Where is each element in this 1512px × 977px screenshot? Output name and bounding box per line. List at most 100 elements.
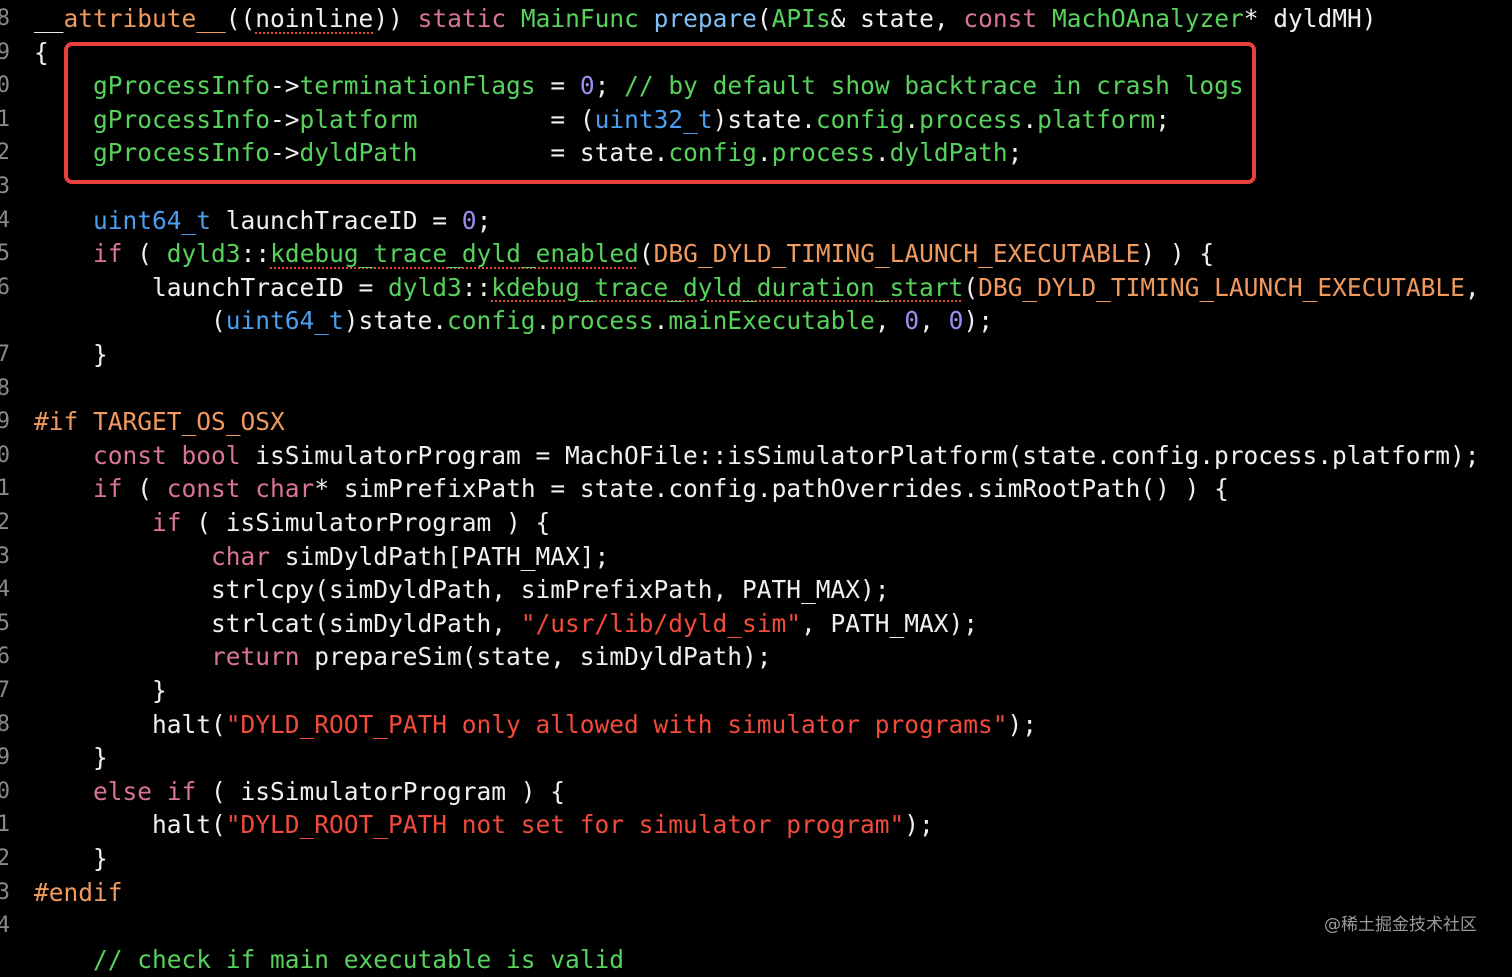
line-number: 7 <box>0 342 10 367</box>
code-token: -> <box>270 104 300 134</box>
line-number: 0 <box>0 442 10 468</box>
code-token: config <box>668 138 757 168</box>
code-token: , <box>919 306 949 336</box>
code-token: , <box>874 306 905 336</box>
code-token: process <box>550 306 654 336</box>
code-token: #endif <box>34 877 123 907</box>
code-line: const bool isSimulatorProgram = MachOFil… <box>34 439 1480 473</box>
code-line: if ( isSimulatorProgram ) { <box>34 506 550 540</box>
code-token: if <box>93 474 123 504</box>
code-line: launchTraceID = dyld3::kdebug_trace_dyld… <box>34 271 1480 305</box>
code-token: uint64_t <box>93 205 212 235</box>
code-token: = ( <box>417 104 595 134</box>
code-line: halt("DYLD_ROOT_PATH not set for simulat… <box>34 808 934 842</box>
code-line: return prepareSim(state, simDyldPath); <box>34 640 772 674</box>
code-token: ( isSimulatorProgram ) { <box>196 776 566 806</box>
code-token: "DYLD_ROOT_PATH only allowed with simula… <box>225 709 1008 739</box>
line-number: 1 <box>0 476 10 502</box>
code-line: strlcat(simDyldPath, "/usr/lib/dyld_sim"… <box>34 607 978 641</box>
line-number: 8 <box>0 711 10 737</box>
code-line: } <box>34 338 108 372</box>
code-token: config <box>447 306 536 336</box>
code-token: else if <box>93 776 197 806</box>
code-token: } <box>34 340 108 369</box>
line-number: 2 <box>0 140 10 166</box>
line-number: 4 <box>0 207 10 233</box>
code-token: , PATH_MAX); <box>801 608 979 638</box>
code-token: dyldPath <box>889 138 1008 168</box>
code-token: kdebug_trace_dyld_duration_start <box>491 272 964 302</box>
code-token: prepare <box>653 4 757 33</box>
code-token: ; <box>1155 104 1170 134</box>
code-token: 0 <box>948 306 964 336</box>
code-token: platform <box>299 104 418 134</box>
code-token: DBG_DYLD_TIMING_LAUNCH_EXECUTABLE <box>978 272 1465 302</box>
code-token: ); <box>1007 709 1038 739</box>
code-token: "/usr/lib/dyld_sim" <box>520 608 802 638</box>
code-token: gProcessInfo <box>93 138 271 168</box>
code-token: strlcat(simDyldPath, <box>34 608 521 638</box>
line-number: 0 <box>0 778 10 804</box>
code-line: (uint64_t)state.config.process.mainExecu… <box>34 304 993 338</box>
line-number: 1 <box>0 812 10 838</box>
code-token: #if TARGET_OS_OSX <box>34 407 285 437</box>
code-token: ( <box>122 239 167 269</box>
code-token: launchTraceID = <box>211 205 462 235</box>
code-token: uint64_t <box>225 306 344 336</box>
line-number: 3 <box>0 174 10 199</box>
code-token: )) <box>373 4 418 33</box>
code-token: "DYLD_ROOT_PATH not set for simulator pr… <box>225 810 905 840</box>
code-token: * dyldMH) <box>1243 4 1377 33</box>
code-token: ( <box>638 239 654 269</box>
code-line: __attribute__((noinline)) static MainFun… <box>34 2 1376 36</box>
code-token: { <box>34 37 49 67</box>
code-token: } <box>34 743 108 773</box>
code-line: if ( dyld3::kdebug_trace_dyld_enabled(DB… <box>34 237 1214 271</box>
code-line: gProcessInfo->terminationFlags = 0; // b… <box>34 69 1244 103</box>
code-line: if ( const char* simPrefixPath = state.c… <box>34 472 1229 506</box>
code-token: static <box>417 4 521 33</box>
code-token: MachOAnalyzer <box>1051 4 1244 33</box>
code-token: dyld3 <box>388 272 462 302</box>
code-token: __ <box>34 4 64 33</box>
code-token: , <box>1464 272 1480 302</box>
line-number: 9 <box>0 39 10 65</box>
code-token: // check if main executable is valid <box>93 944 625 974</box>
code-token: ( <box>963 272 979 302</box>
code-token: if <box>152 508 182 537</box>
code-line: { <box>34 36 49 70</box>
code-editor[interactable]: 8 9 0 1 2 3 4 5 6 7 8 9 0 1 2 3 4 5 6 7 8 9 0 1 2 3 4 __attribute_… <box>0 0 1512 974</box>
code-token: dyldPath <box>299 138 418 168</box>
code-token: // by default show backtrace in crash lo… <box>624 71 1244 101</box>
code-token: = state. <box>417 138 669 168</box>
line-number: 2 <box>0 846 10 871</box>
code-token: . <box>1022 104 1038 134</box>
code-line: else if ( isSimulatorProgram ) { <box>34 775 565 809</box>
code-token: strlcpy(simDyldPath, simPrefixPath, PATH… <box>34 575 890 605</box>
code-token: 0 <box>904 306 920 336</box>
code-line: char simDyldPath[PATH_MAX]; <box>34 540 609 574</box>
code-line: } <box>34 842 108 876</box>
line-number: 3 <box>0 879 10 905</box>
code-token: terminationFlags <box>299 71 536 101</box>
code-token: ( isSimulatorProgram ) { <box>181 508 551 537</box>
code-token: dyld3 <box>166 239 241 269</box>
code-token: ; <box>594 71 625 101</box>
code-token: mainExecutable <box>668 306 875 336</box>
code-token: uint32_t <box>594 104 713 134</box>
code-token: 0 <box>461 205 477 235</box>
code-token: . <box>904 104 920 134</box>
code-token: halt( <box>34 810 226 840</box>
line-number: 6 <box>0 644 10 670</box>
line-number-gutter: 8 9 0 1 2 3 4 5 6 7 8 9 0 1 2 3 4 5 6 7 8 9 0 1 2 3 4 <box>0 0 12 963</box>
code-token: ; <box>1007 138 1023 168</box>
code-token: attribute__ <box>63 4 226 33</box>
code-token: )state. <box>712 104 816 134</box>
